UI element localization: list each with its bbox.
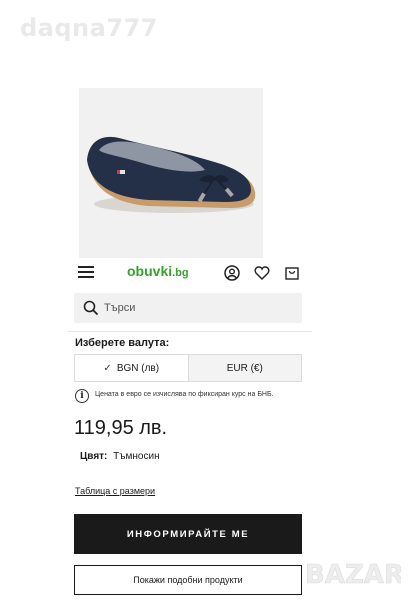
logo-main: obuvki bbox=[127, 263, 173, 279]
currency-option-eur-label: EUR (€) bbox=[226, 362, 263, 374]
logo-suffix: .bg bbox=[172, 267, 189, 279]
site-logo[interactable]: obuvki.bg bbox=[127, 263, 189, 279]
watermark: daqna777 bbox=[20, 14, 158, 42]
product-price: 119,95 лв. bbox=[74, 417, 168, 439]
currency-option-bgn-label: BGN (лв) bbox=[116, 362, 160, 374]
currency-option-bgn[interactable]: ✓ BGN (лв) bbox=[75, 355, 188, 381]
product-image bbox=[79, 88, 263, 258]
color-label: Цвят: bbox=[80, 451, 108, 462]
svg-text:BAZAR: BAZAR bbox=[305, 560, 401, 588]
currency-title: Изберете валута: bbox=[75, 337, 170, 349]
divider bbox=[68, 331, 312, 332]
product-color: Цвят: Тъмносин bbox=[80, 451, 160, 462]
currency-info-text: Цената в евро се изчислява по фиксиран к… bbox=[95, 391, 274, 398]
currency-info: i Цената в евро се изчислява по фиксиран… bbox=[75, 389, 315, 405]
search-input[interactable]: Търси bbox=[104, 302, 135, 314]
heart-icon[interactable] bbox=[254, 265, 270, 281]
currency-option-eur[interactable]: EUR (€) bbox=[187, 355, 301, 381]
bazar-logo: BAZAR bbox=[305, 560, 401, 588]
bag-icon[interactable] bbox=[284, 265, 300, 281]
site-header: obuvki.bg bbox=[74, 262, 304, 284]
currency-toggle: ✓ BGN (лв) EUR (€) bbox=[74, 354, 302, 382]
notify-me-button[interactable]: ИНФОРМИРАЙТЕ МЕ bbox=[74, 514, 302, 554]
show-similar-products-button[interactable]: Покажи подобни продукти bbox=[74, 565, 302, 595]
check-icon: ✓ bbox=[103, 362, 112, 374]
color-value: Тъмносин bbox=[113, 451, 160, 462]
size-table-link[interactable]: Таблица с размери bbox=[75, 486, 155, 496]
search-icon bbox=[83, 300, 99, 316]
user-icon[interactable] bbox=[224, 265, 240, 281]
hamburger-menu-icon[interactable] bbox=[78, 266, 94, 279]
search-bar[interactable]: Търси bbox=[74, 293, 302, 323]
info-icon: i bbox=[75, 389, 89, 403]
